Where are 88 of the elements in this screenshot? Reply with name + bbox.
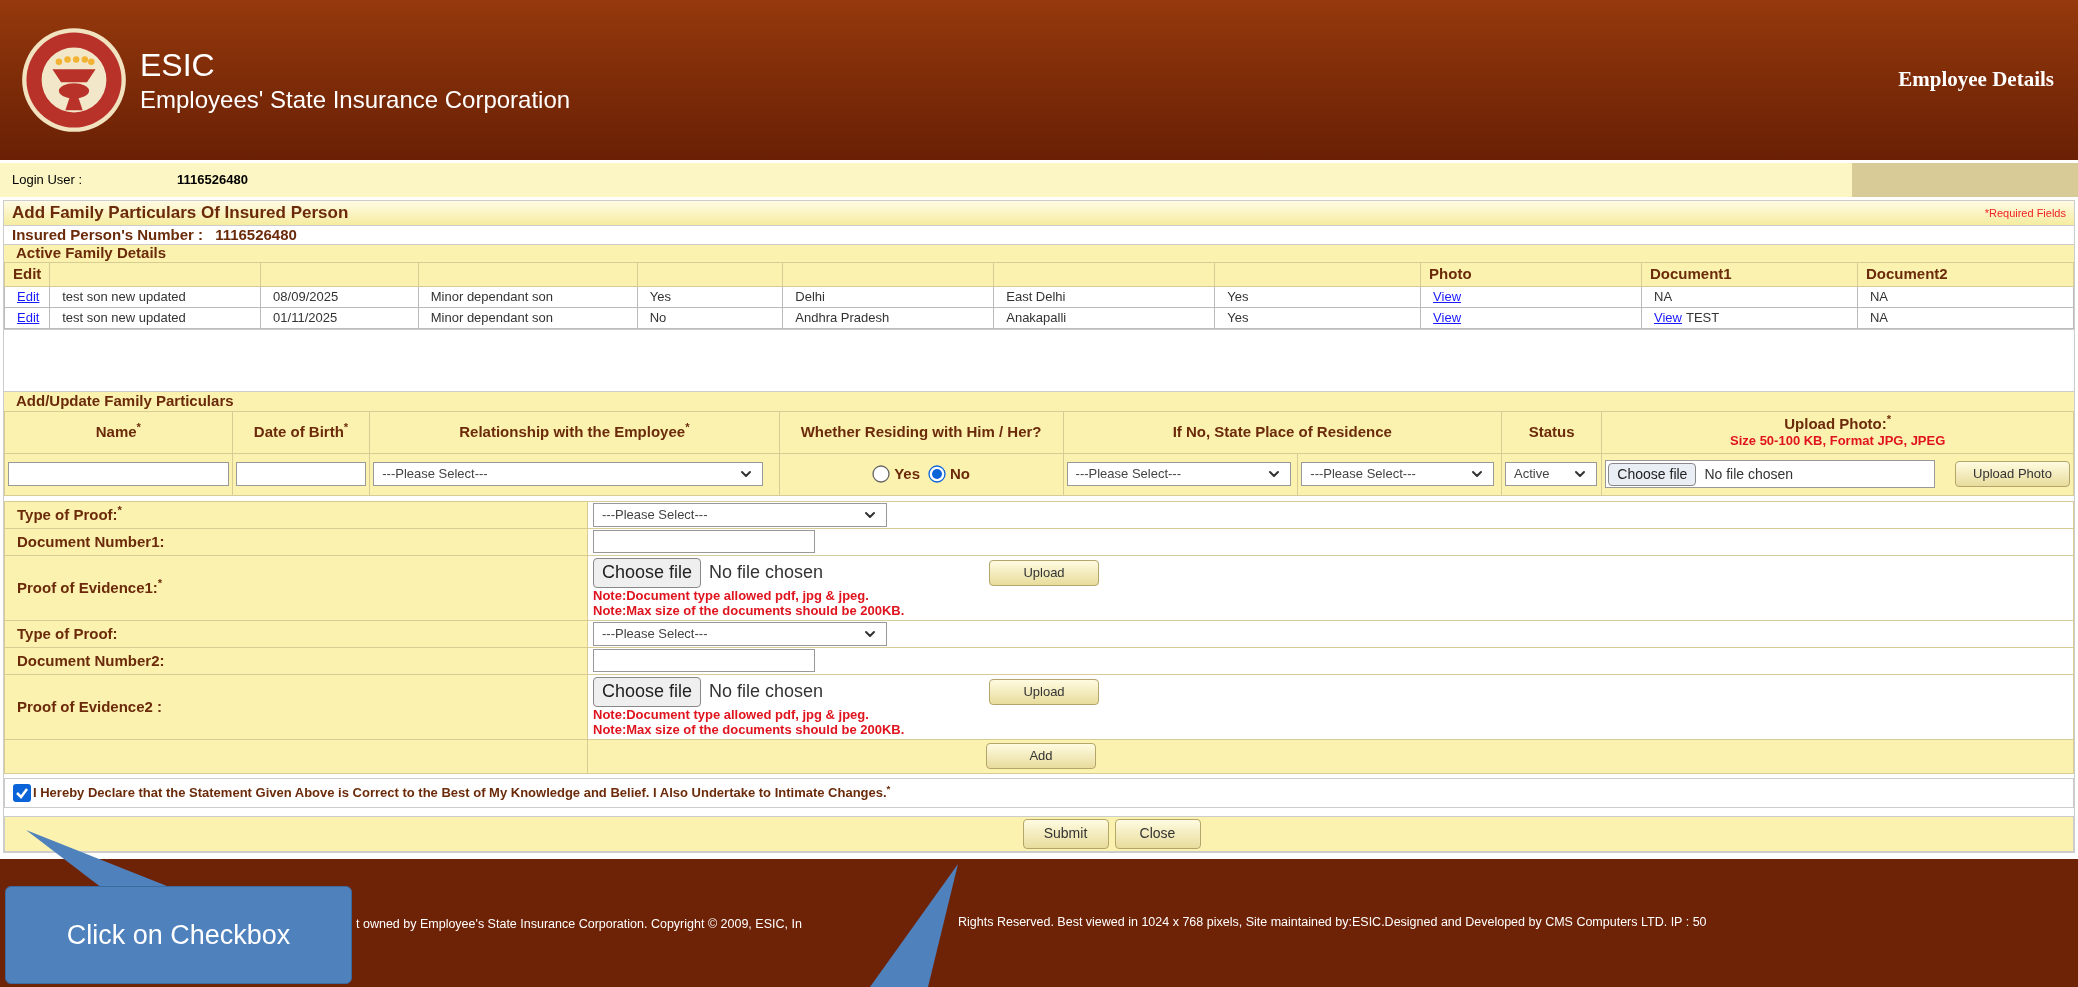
column-header: Whether Residing with Him / Her?	[779, 411, 1064, 453]
upload-photo-note: Size 50-100 KB, Format JPG, JPEG	[1729, 433, 1947, 450]
select-field[interactable]: ---Please Select---	[593, 502, 887, 527]
section-title: Add Family Particulars Of Insured Person	[12, 202, 349, 225]
file-note: Note:Max size of the documents should be 200KB.	[593, 721, 906, 737]
org-full-name: Employees' State Insurance Corporation	[140, 85, 571, 115]
page-title: Employee Details	[1898, 66, 2054, 94]
login-value: 1116526480	[177, 171, 248, 190]
footer-text: t owned by Employee's State Insurance Corporation. Copyright © 2009, ESIC, In	[356, 916, 802, 931]
footer-text: Rights Reserved. Best viewed in 1024 x 768 pixels, Site maintained by:ESIC.Designed and Developed by CMS Computers LTD. IP : 50	[958, 914, 1707, 932]
file-status: No file chosen	[709, 561, 824, 584]
column-header: Document2	[1857, 262, 2074, 286]
table-cell: 08/09/2025	[260, 286, 419, 307]
table-cell: NA	[1857, 286, 2074, 307]
select-field[interactable]: ---Please Select---	[1066, 462, 1291, 486]
choose-file-button[interactable]: Choose file	[593, 676, 702, 707]
table-cell: East Delhi	[993, 286, 1215, 307]
table-cell: NA	[1857, 307, 2074, 328]
table-cell: View TEST	[1641, 307, 1858, 328]
upload-photo-heading: Upload Photo:$^{*}$	[1783, 414, 1893, 434]
table-cell: Yes	[637, 286, 783, 307]
org-short-name: ESIC	[140, 46, 216, 85]
file-note: Note:Document type allowed pdf, jpg & jpeg.	[593, 706, 870, 722]
login-label: Login User :	[12, 171, 84, 190]
choose-file-button[interactable]: Choose file	[593, 557, 702, 588]
form-button[interactable]: Submit	[1022, 818, 1109, 849]
required-note: *Required Fields	[1984, 205, 2066, 221]
form-label: Proof of Evidence2 :	[17, 697, 163, 715]
select-field[interactable]: ---Please Select---	[373, 462, 764, 486]
table-cell: Anakapalli	[993, 307, 1215, 328]
select-field[interactable]: ---Please Select---	[593, 621, 887, 646]
table-cell: Minor dependant son	[418, 307, 638, 328]
table-cell: NA	[1641, 286, 1858, 307]
table-cell: Delhi	[782, 286, 994, 307]
column-header: Edit	[4, 262, 50, 286]
upload-button[interactable]: Add	[986, 743, 1096, 769]
file-status: No file chosen	[709, 680, 824, 703]
file-note: Note:Document type allowed pdf, jpg & jpeg.	[593, 587, 870, 603]
form-button[interactable]: Close	[1114, 818, 1201, 849]
callout-text: Click on Checkbox	[66, 918, 291, 952]
column-header: Photo	[1420, 262, 1642, 286]
insured-number-value: 1116526480	[215, 224, 297, 245]
radio-button[interactable]	[872, 465, 891, 483]
column-header: Relationship with the Employee$^{*}$	[369, 411, 780, 453]
table-link[interactable]: Edit	[17, 309, 40, 325]
upload-button[interactable]: Upload Photo	[1955, 461, 2070, 487]
form-label: Type of Proof:	[17, 624, 118, 642]
document-number-field[interactable]	[593, 530, 815, 553]
table-cell: Minor dependant son	[418, 286, 638, 307]
table-cell: Andhra Pradesh	[782, 307, 994, 328]
column-header: Document1	[1641, 262, 1858, 286]
table-link[interactable]: View	[1654, 309, 1682, 325]
upload-button[interactable]: Upload	[989, 559, 1099, 586]
column-header: Status	[1501, 411, 1602, 453]
declaration-checkbox[interactable]	[13, 783, 31, 802]
table-link[interactable]: View	[1433, 288, 1462, 304]
form-label: Proof of Evidence1:$^{*}$	[17, 578, 163, 596]
select-field[interactable]: ---Please Select---	[1301, 462, 1495, 486]
file-note: Note:Max size of the documents should be 200KB.	[593, 602, 906, 618]
column-header: If No, State Place of Residence	[1063, 411, 1502, 453]
form-label: Type of Proof:$^{*}$	[17, 505, 122, 523]
form-label: Document Number2:	[17, 651, 165, 669]
file-status: No file chosen	[1704, 464, 1794, 484]
column-header: Date of Birth$^{*}$	[232, 411, 370, 453]
photo-file-field[interactable]: Choose file No file chosen	[1605, 460, 1936, 488]
insured-number-label: Insured Person's Number :	[12, 224, 204, 245]
table-cell: Yes	[1214, 307, 1421, 328]
table-cell: Yes	[1214, 286, 1421, 307]
table-title: Active Family Details	[16, 243, 167, 264]
declaration-text: I Hereby Declare that the Statement Given Above is Correct to the Best of My Knowledge and Belief. I Also Undertake to Intimate Changes.$^{*}$	[33, 782, 891, 802]
column-header: Name$^{*}$	[4, 411, 233, 453]
table-cell: 01/11/2025	[260, 307, 419, 328]
radio-label: No	[950, 463, 970, 484]
table-link[interactable]: View	[1433, 309, 1462, 325]
select-field[interactable]: Active	[1505, 462, 1597, 486]
form-label: Document Number1:	[17, 532, 165, 550]
table-link[interactable]: Edit	[17, 288, 40, 304]
form-title: Add/Update Family Particulars	[16, 390, 234, 411]
name-field[interactable]	[8, 462, 229, 486]
date-of-birth-field[interactable]	[235, 462, 367, 486]
upload-button[interactable]: Upload	[989, 678, 1099, 705]
radio-button[interactable]	[928, 465, 946, 483]
table-cell: test son new updated	[49, 307, 261, 328]
document-number-field[interactable]	[593, 649, 815, 672]
choose-file-button[interactable]: Choose file	[1608, 462, 1697, 486]
table-cell: No	[637, 307, 783, 328]
table-cell: test son new updated	[49, 286, 261, 307]
radio-label: Yes	[894, 463, 920, 484]
